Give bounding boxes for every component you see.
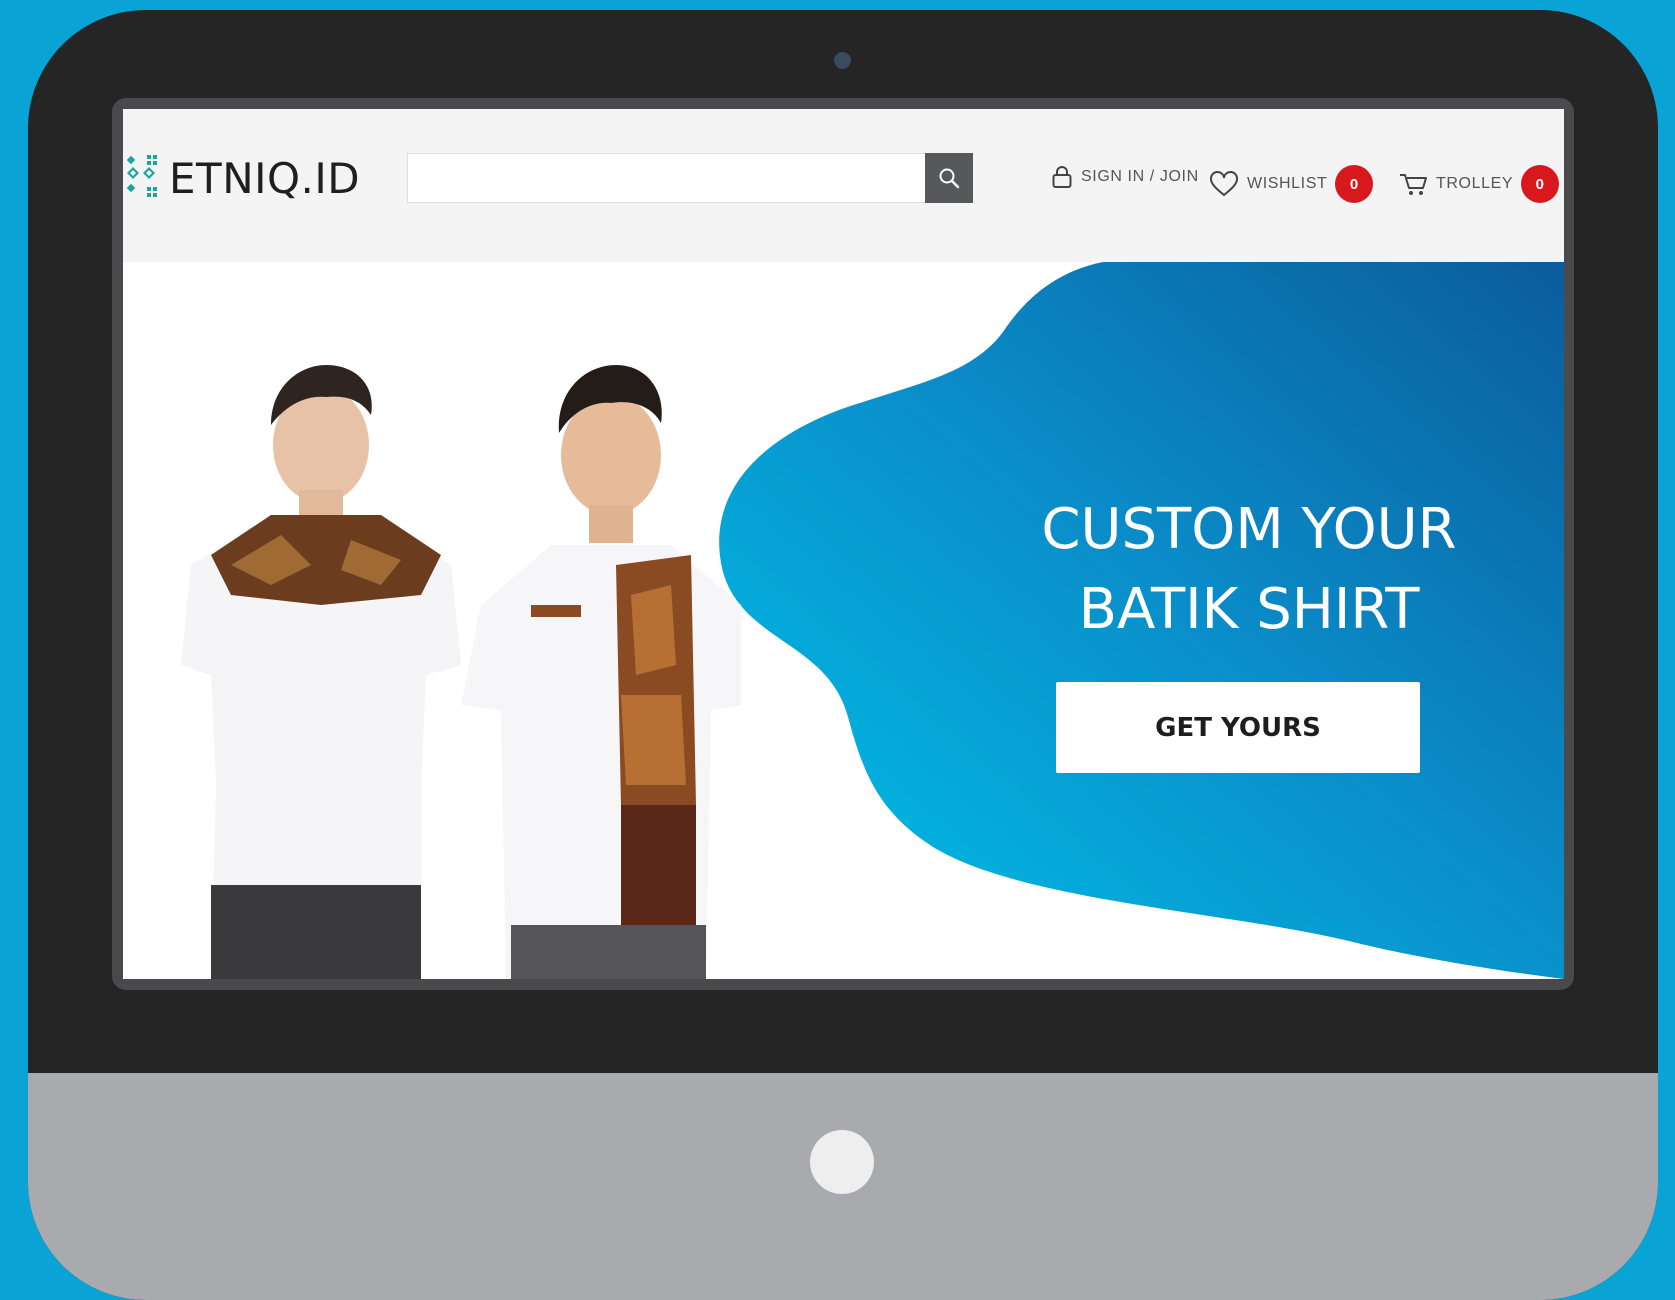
hero-models-image (181, 365, 741, 979)
trolley-count-badge: 0 (1521, 165, 1560, 203)
wishlist-link[interactable]: WISHLIST 0 (1209, 165, 1374, 203)
trolley-link[interactable]: TROLLEY 0 (1398, 165, 1560, 203)
user-lock-icon (1052, 166, 1072, 188)
hero-headline-line1: CUSTOM YOUR (1041, 497, 1457, 562)
model-right (461, 365, 741, 979)
site-header: ETNIQ.ID SIGN IN / JOIN WISHLIST 0 TROLL… (123, 109, 1564, 262)
get-yours-button[interactable]: GET YOURS (1056, 682, 1420, 773)
browser-screen: ETNIQ.ID SIGN IN / JOIN WISHLIST 0 TROLL… (123, 109, 1564, 979)
wishlist-label: WISHLIST (1247, 175, 1328, 192)
wishlist-count-badge: 0 (1335, 165, 1374, 203)
camera-dot (834, 52, 851, 69)
model-left (181, 365, 461, 979)
home-button[interactable] (810, 1130, 874, 1194)
trolley-label: TROLLEY (1436, 175, 1514, 192)
cart-icon (1400, 174, 1427, 195)
hero-headline: CUSTOM YOUR BATIK SHIRT (979, 490, 1519, 650)
hero-headline-line2: BATIK SHIRT (1078, 577, 1420, 642)
search-button[interactable] (925, 153, 973, 203)
signin-link[interactable]: SIGN IN / JOIN (1051, 165, 1199, 189)
search-bar (407, 153, 973, 203)
site-logo[interactable]: ETNIQ.ID (125, 153, 360, 203)
hero-banner: CUSTOM YOUR BATIK SHIRT GET YOURS (123, 262, 1564, 979)
logo-text: ETNIQ.ID (169, 153, 361, 203)
heart-icon (1210, 171, 1238, 197)
signin-label: SIGN IN / JOIN (1081, 168, 1199, 185)
logo-mark-icon (126, 155, 157, 197)
search-icon (939, 168, 960, 189)
search-input[interactable] (408, 154, 912, 200)
